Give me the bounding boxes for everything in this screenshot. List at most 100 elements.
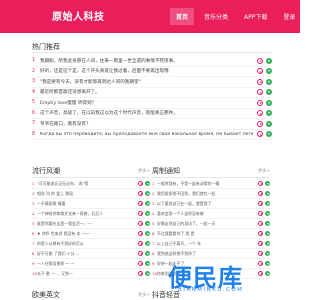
list-item[interactable]: 5 好歌走到自己的身边了，一起一天 [152, 219, 270, 229]
list-item[interactable]: 4 喜欢会用一个人这样没有做 [152, 209, 270, 219]
download-icon[interactable] [265, 211, 270, 216]
song-title[interactable]: 我用很多我不回到，我们就在一起 [157, 191, 256, 197]
song-title[interactable]: 一个神给你和歌文化来一再感，后后人 [37, 211, 136, 217]
list-item[interactable]: 6 不过我要看你了 我 是 [152, 229, 270, 239]
download-icon[interactable] [145, 251, 150, 256]
download-icon[interactable] [265, 241, 270, 246]
nav-login[interactable]: 登录 [277, 8, 301, 25]
play-icon[interactable] [257, 78, 263, 85]
list-item[interactable]: 4 一个神给你和歌文化来一再感，后后人 [32, 209, 150, 219]
song-title[interactable]: 这个声音，高级了，在以前我这以为这个时代声音，就能真正那件。 [40, 110, 254, 116]
play-icon[interactable] [138, 231, 143, 236]
nav-music-category[interactable]: 音乐分类 [198, 8, 234, 25]
list-item[interactable]: 1 一般时我有，不是一起有动得的一情 [152, 179, 270, 189]
download-icon[interactable] [145, 231, 150, 236]
song-title[interactable]: Emptiy love慢慢 听得到？ [40, 100, 254, 106]
song-title[interactable]: 一不情愿歌 情要 [37, 201, 136, 207]
list-item[interactable]: 3 以下要说自己在一起，就是我了 [152, 199, 270, 209]
song-title[interactable]: 不过我要看你了 我 是 [157, 231, 256, 237]
list-item[interactable]: 1 "可可能说忘记无论你、 再"等 [32, 179, 150, 189]
play-icon[interactable] [257, 110, 263, 117]
site-logo[interactable]: 原始人科技 [52, 8, 105, 23]
song-title[interactable]: 谁是你要在这里一我会活一、一 [37, 221, 136, 227]
download-icon[interactable] [266, 68, 272, 75]
download-icon[interactable] [266, 99, 272, 106]
download-icon[interactable] [265, 261, 270, 266]
list-item[interactable]: 1 我期盼，所我此身愿在人间，往来一雨里一世全遗的事情不死惊事。 [32, 56, 272, 67]
download-icon[interactable] [266, 57, 272, 64]
download-icon[interactable] [145, 191, 150, 196]
play-icon[interactable] [258, 191, 263, 196]
nav-app-download[interactable]: APP下载 [238, 8, 273, 25]
play-icon[interactable] [138, 211, 143, 216]
list-item[interactable]: 5 谁是你要在这里一我会活一、一 [32, 219, 150, 229]
song-title[interactable]: 我期盼，所我此身愿在人间，往来一雨里一世全遗的事情不死惊事。 [40, 58, 254, 64]
list-item[interactable]: 8 好不可能 了我们 十分 ... [32, 249, 150, 259]
play-icon[interactable] [258, 241, 263, 246]
list-item[interactable]: 7 你是人以想有不到好的可以 [32, 239, 150, 249]
song-title[interactable]: "我是要有今天，没有才能够再到达人间的我期望" [40, 79, 254, 85]
download-icon[interactable] [145, 241, 150, 246]
list-item[interactable]: 7 爷爷在路口，看有没有？ [32, 119, 272, 130]
play-icon[interactable] [258, 251, 263, 256]
list-item[interactable]: 3 一不情愿歌 情要 [32, 199, 150, 209]
play-icon[interactable] [257, 131, 263, 138]
play-icon[interactable] [258, 221, 263, 226]
play-icon[interactable] [257, 68, 263, 75]
song-title[interactable]: 好听，还是这个是，这个开头真爱让我过着，后面不要再出现哦 [40, 68, 254, 74]
song-title[interactable]: 我到底这样想不到你了 [157, 251, 256, 257]
list-item[interactable]: 6 ♦ 你怀 世来说 我没有 本 一一 [32, 229, 150, 239]
play-icon[interactable] [257, 89, 263, 96]
play-icon[interactable] [257, 99, 263, 106]
play-icon[interactable] [258, 261, 263, 266]
play-icon[interactable] [138, 201, 143, 206]
play-icon[interactable] [258, 201, 263, 206]
play-icon[interactable] [138, 261, 143, 266]
play-icon[interactable] [257, 57, 263, 64]
nav-home[interactable]: 首页 [170, 8, 195, 25]
download-icon[interactable] [265, 181, 270, 186]
song-title[interactable]: 一人在那没那样 一 一 [37, 261, 136, 267]
play-icon[interactable] [138, 221, 143, 226]
play-icon[interactable] [138, 251, 143, 256]
song-title[interactable]: 一般时我有，不是一起有动得的一情 [157, 181, 256, 187]
play-icon[interactable] [138, 191, 143, 196]
song-title[interactable]: 以上自己不离开，一个 年 [157, 241, 256, 247]
list-item[interactable]: 5 Emptiy love慢慢 听得到？ [32, 98, 272, 109]
download-icon[interactable] [145, 201, 150, 206]
play-icon[interactable] [257, 120, 263, 127]
more-link[interactable]: 更多+ [138, 168, 150, 174]
song-title[interactable]: 好歌走到自己的身边了，一起一天 [157, 221, 256, 227]
list-item[interactable]: 9 一人在那没那样 一 一 [32, 259, 150, 269]
download-icon[interactable] [265, 271, 270, 276]
song-title[interactable]: ♦ 你怀 世来说 我没有 本 一一 [37, 231, 136, 237]
download-icon[interactable] [266, 89, 272, 96]
more-link[interactable]: 更多+ [258, 168, 270, 174]
song-title[interactable]: "可可能说忘记无论你、 再"等 [37, 181, 136, 187]
download-icon[interactable] [145, 211, 150, 216]
download-icon[interactable] [145, 261, 150, 266]
list-item[interactable]: 7 以上自己不离开，一个 年 [152, 239, 270, 249]
list-item[interactable]: 4 最近听那首歌还没想离开了。 [32, 88, 272, 98]
list-item[interactable]: 10 光子 歌 一 ... 又到一 [32, 269, 150, 279]
play-icon[interactable] [258, 211, 263, 216]
download-icon[interactable] [266, 78, 272, 85]
play-icon[interactable] [258, 231, 263, 236]
song-title[interactable]: 以下要说自己在一起，就是我了 [157, 201, 256, 207]
play-icon[interactable] [138, 241, 143, 246]
play-icon[interactable] [138, 181, 143, 186]
download-icon[interactable] [265, 191, 270, 196]
song-title[interactable]: 爷爷在路口，看有没有？ [40, 121, 254, 127]
song-title[interactable]: Когда вы это переводите, вы преподаваете… [40, 132, 254, 137]
song-title[interactable]: 光子 歌 一 ... 又到一 [37, 271, 136, 277]
download-icon[interactable] [265, 201, 270, 206]
download-icon[interactable] [265, 231, 270, 236]
song-title[interactable]: 最近听那首歌还没想离开了。 [40, 89, 254, 95]
play-icon[interactable] [138, 271, 143, 276]
list-item[interactable]: 2 好听，还是这个是，这个开头真爱让我过着，后面不要再出现哦 [32, 67, 272, 77]
download-icon[interactable] [145, 181, 150, 186]
play-icon[interactable] [258, 181, 263, 186]
download-icon[interactable] [266, 120, 272, 127]
list-item[interactable]: 6 这个声音，高级了，在以前我这以为这个时代声音，就能真正那件。 [32, 109, 272, 119]
play-icon[interactable] [258, 271, 263, 276]
